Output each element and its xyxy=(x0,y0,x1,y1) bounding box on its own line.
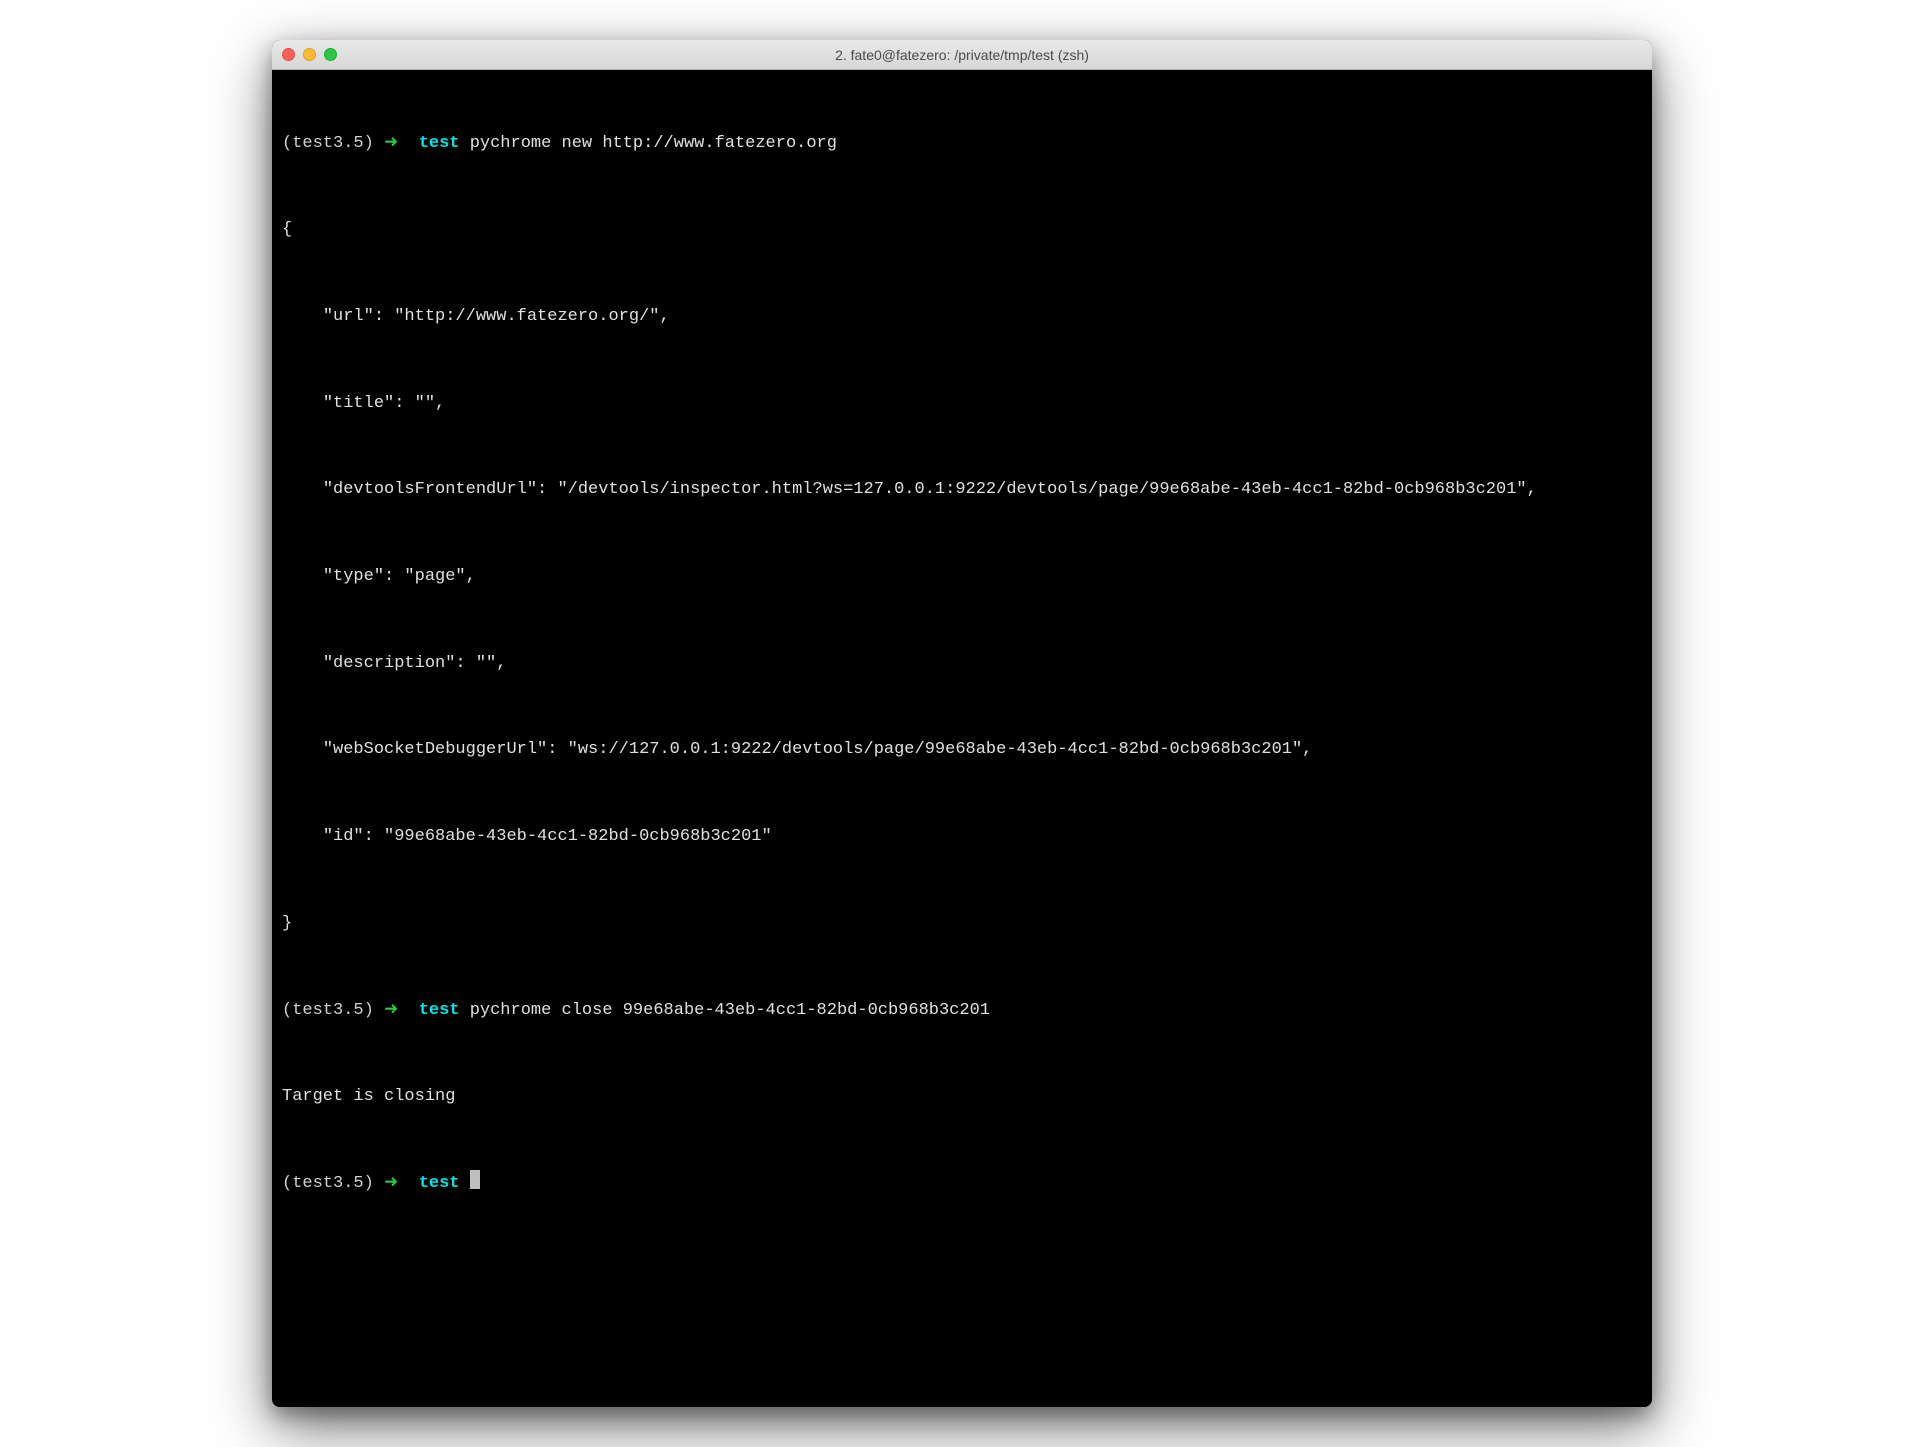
minimize-icon[interactable] xyxy=(303,48,316,61)
terminal-window: 2. fate0@fatezero: /private/tmp/test (zs… xyxy=(272,40,1652,1407)
output-line: "description": "", xyxy=(282,650,1642,679)
output-line: "devtoolsFrontendUrl": "/devtools/inspec… xyxy=(282,476,1642,505)
venv-label: (test3.5) xyxy=(282,997,374,1026)
prompt-line: (test3.5) ➜ test pychrome new http://www… xyxy=(282,130,1642,159)
output-line: Target is closing xyxy=(282,1083,1642,1112)
prompt-line: (test3.5) ➜ test pychrome close 99e68abe… xyxy=(282,997,1642,1026)
titlebar: 2. fate0@fatezero: /private/tmp/test (zs… xyxy=(272,40,1652,70)
prompt-arrow-icon: ➜ xyxy=(384,130,398,159)
command-text: pychrome close 99e68abe-43eb-4cc1-82bd-0… xyxy=(470,997,990,1026)
output-line: "webSocketDebuggerUrl": "ws://127.0.0.1:… xyxy=(282,736,1642,765)
cwd-label: test xyxy=(419,130,460,159)
venv-label: (test3.5) xyxy=(282,130,374,159)
command-text: pychrome new http://www.fatezero.org xyxy=(470,130,837,159)
output-line: "type": "page", xyxy=(282,563,1642,592)
output-line: "url": "http://www.fatezero.org/", xyxy=(282,303,1642,332)
venv-label: (test3.5) xyxy=(282,1170,374,1199)
prompt-line: (test3.5) ➜ test xyxy=(282,1170,1642,1199)
maximize-icon[interactable] xyxy=(324,48,337,61)
prompt-arrow-icon: ➜ xyxy=(384,997,398,1026)
prompt-arrow-icon: ➜ xyxy=(384,1170,398,1199)
cwd-label: test xyxy=(419,997,460,1026)
output-line: } xyxy=(282,910,1642,939)
window-title: 2. fate0@fatezero: /private/tmp/test (zs… xyxy=(272,47,1652,63)
output-line: "id": "99e68abe-43eb-4cc1-82bd-0cb968b3c… xyxy=(282,823,1642,852)
traffic-lights xyxy=(282,48,337,61)
output-line: { xyxy=(282,216,1642,245)
cursor-icon xyxy=(470,1170,480,1189)
output-line: "title": "", xyxy=(282,390,1642,419)
terminal-body[interactable]: (test3.5) ➜ test pychrome new http://www… xyxy=(272,70,1652,1407)
cwd-label: test xyxy=(419,1170,460,1199)
close-icon[interactable] xyxy=(282,48,295,61)
